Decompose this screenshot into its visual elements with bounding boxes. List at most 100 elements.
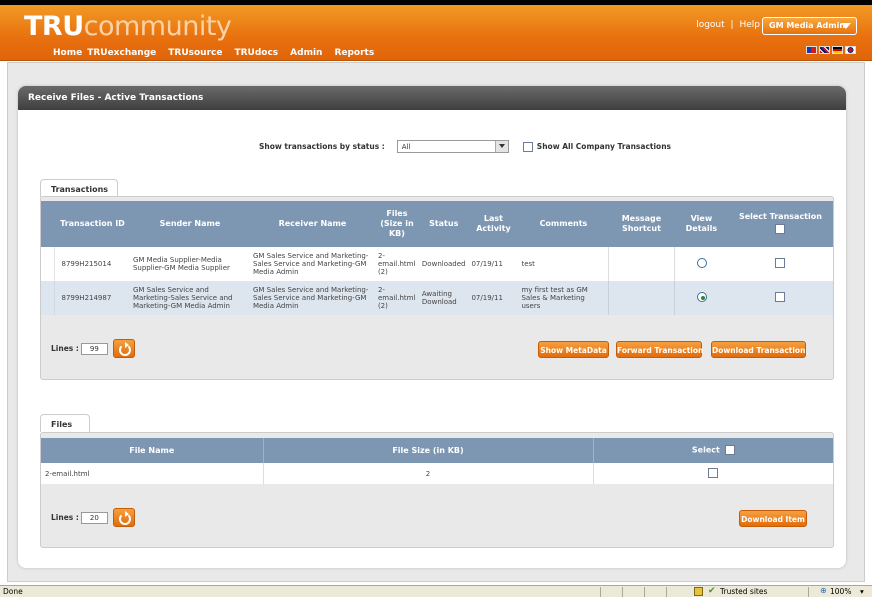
col-receiver-name[interactable]: Receiver Name (249, 201, 375, 247)
col-select-transaction: Select Transaction (728, 201, 833, 247)
status-cell (644, 587, 666, 597)
flag-taiwan-icon[interactable] (806, 46, 817, 54)
message-shortcut (608, 281, 675, 315)
trucommunity-logo[interactable]: TRUcommunity (24, 11, 232, 42)
file-select-cell (593, 463, 833, 484)
sender-name: GM Media Supplier-Media Supplier-GM Medi… (132, 256, 230, 272)
forward-transaction-button[interactable]: Forward Transaction (616, 341, 703, 358)
user-menu-button[interactable]: GM Media Admin (762, 17, 857, 35)
status-select[interactable]: All (396, 140, 509, 153)
panel-title: Receive Files - Active Transactions (18, 86, 846, 110)
status-filter: Show transactions by status : All Show A… (259, 140, 671, 153)
sender-name: GM Sales Service and Marketing-Sales Ser… (132, 286, 233, 310)
select-label: Select (691, 445, 720, 455)
lock-icon (694, 587, 703, 596)
view-details-cell (674, 281, 728, 315)
select-transaction-checkbox[interactable] (775, 258, 786, 268)
comments: my first test as GM Sales & Marketing us… (518, 281, 609, 315)
help-link[interactable]: Help (739, 20, 760, 30)
file-select-checkbox[interactable] (708, 467, 719, 478)
col-transaction-id[interactable]: Transaction ID (54, 201, 130, 247)
row-spacer (41, 247, 56, 281)
col-file-size[interactable]: File Size (in KB) (263, 438, 594, 463)
view-details-radio[interactable] (696, 292, 707, 302)
lines-input[interactable]: 99 (80, 342, 108, 355)
flag-uk-icon[interactable] (819, 46, 830, 54)
file-size: 2 (263, 463, 594, 484)
select-all-transactions-checkbox[interactable] (775, 223, 786, 234)
nav-truexchange[interactable]: TRUexchange (87, 48, 156, 58)
nav-reports[interactable]: Reports (334, 48, 374, 58)
status-filter-label: Show transactions by status : (259, 142, 385, 151)
col-files[interactable]: Files (Size in KB) (374, 201, 419, 247)
select-transaction-label: Select Transaction (738, 211, 822, 221)
status-divider (808, 587, 809, 597)
col-sender-name[interactable]: Sender Name (129, 201, 250, 247)
status-cell (600, 587, 622, 597)
nav-admin[interactable]: Admin (290, 48, 322, 58)
checkmark-icon: ✔ (708, 586, 716, 596)
col-view-details[interactable]: View Details (674, 201, 729, 247)
files-size: 2-email.html (2) (377, 252, 416, 276)
logo-community-text: community (83, 11, 232, 42)
file-name: 2-email.html (41, 463, 264, 484)
app-header: TRUcommunity Home TRUexchange TRUsource … (0, 5, 872, 61)
view-details-radio[interactable] (696, 258, 707, 268)
show-all-company-checkbox[interactable] (522, 141, 533, 152)
flag-germany-icon[interactable] (832, 46, 843, 54)
col-file-name[interactable]: File Name (41, 438, 264, 463)
last-activity: 07/19/11 (471, 260, 503, 268)
security-zone[interactable]: Trusted sites (720, 587, 767, 596)
lines-input[interactable]: 20 (80, 511, 108, 524)
link-separator: | (730, 20, 734, 30)
message-shortcut (608, 247, 675, 281)
status-cell (666, 587, 688, 597)
table-row[interactable]: 8799H215014 GM Media Supplier-Media Supp… (41, 247, 833, 281)
col-select: Select (593, 438, 833, 463)
refresh-icon[interactable] (112, 508, 135, 527)
files-lines-control: Lines : 20 (51, 508, 135, 527)
zoom-level[interactable]: 100% (830, 587, 851, 596)
transaction-status: Awaiting Download (421, 290, 457, 306)
show-metadata-button[interactable]: Show MetaData (538, 341, 609, 358)
language-flags (806, 46, 856, 54)
status-cell (622, 587, 644, 597)
table-row[interactable]: 8799H214987 GM Sales Service and Marketi… (41, 281, 833, 315)
flag-korea-icon[interactable] (845, 46, 856, 54)
receiver-name: GM Sales Service and Marketing-Sales Ser… (252, 286, 369, 310)
col-last-activity[interactable]: Last Activity (468, 201, 519, 247)
refresh-icon[interactable] (112, 339, 135, 358)
col-message-shortcut[interactable]: Message Shortcut (608, 201, 675, 247)
col-comments[interactable]: Comments (518, 201, 609, 247)
logout-link[interactable]: logout (696, 20, 724, 30)
select-transaction-cell (728, 281, 832, 315)
col-status[interactable]: Status (418, 201, 469, 247)
tab-transactions[interactable]: Transactions (40, 179, 118, 197)
header-spacer (41, 201, 55, 247)
row-spacer (41, 281, 56, 315)
nav-trusource[interactable]: TRUsource (168, 48, 222, 58)
lines-label: Lines : (51, 344, 79, 353)
files-size: 2-email.html (2) (377, 286, 416, 310)
logo-tru-text: TRU (24, 11, 84, 42)
transaction-status: Downloaded (421, 260, 466, 268)
nav-trudocs[interactable]: TRUdocs (234, 48, 278, 58)
select-all-files-checkbox[interactable] (724, 445, 735, 456)
last-activity: 07/19/11 (471, 294, 503, 302)
table-row[interactable]: 2-email.html 2 (41, 463, 833, 484)
download-item-button[interactable]: Download Item (739, 510, 807, 527)
chevron-down-icon[interactable] (494, 141, 508, 152)
user-menu-label: GM Media Admin (769, 21, 846, 30)
tab-files[interactable]: Files (40, 414, 90, 432)
status-select-value: All (401, 143, 411, 151)
transaction-id: 8799H214987 (61, 294, 112, 302)
status-text: Done (3, 587, 23, 596)
chevron-down-icon[interactable]: ▾ (860, 587, 864, 596)
select-transaction-checkbox[interactable] (775, 292, 786, 302)
download-transaction-button[interactable]: Download Transaction (711, 341, 806, 358)
files-table: File Name File Size (in KB) Select 2-ema… (41, 438, 833, 484)
view-details-cell (674, 247, 728, 281)
lines-label: Lines : (51, 513, 79, 522)
nav-home[interactable]: Home (53, 48, 82, 58)
transactions-table: Transaction ID Sender Name Receiver Name… (41, 201, 833, 315)
